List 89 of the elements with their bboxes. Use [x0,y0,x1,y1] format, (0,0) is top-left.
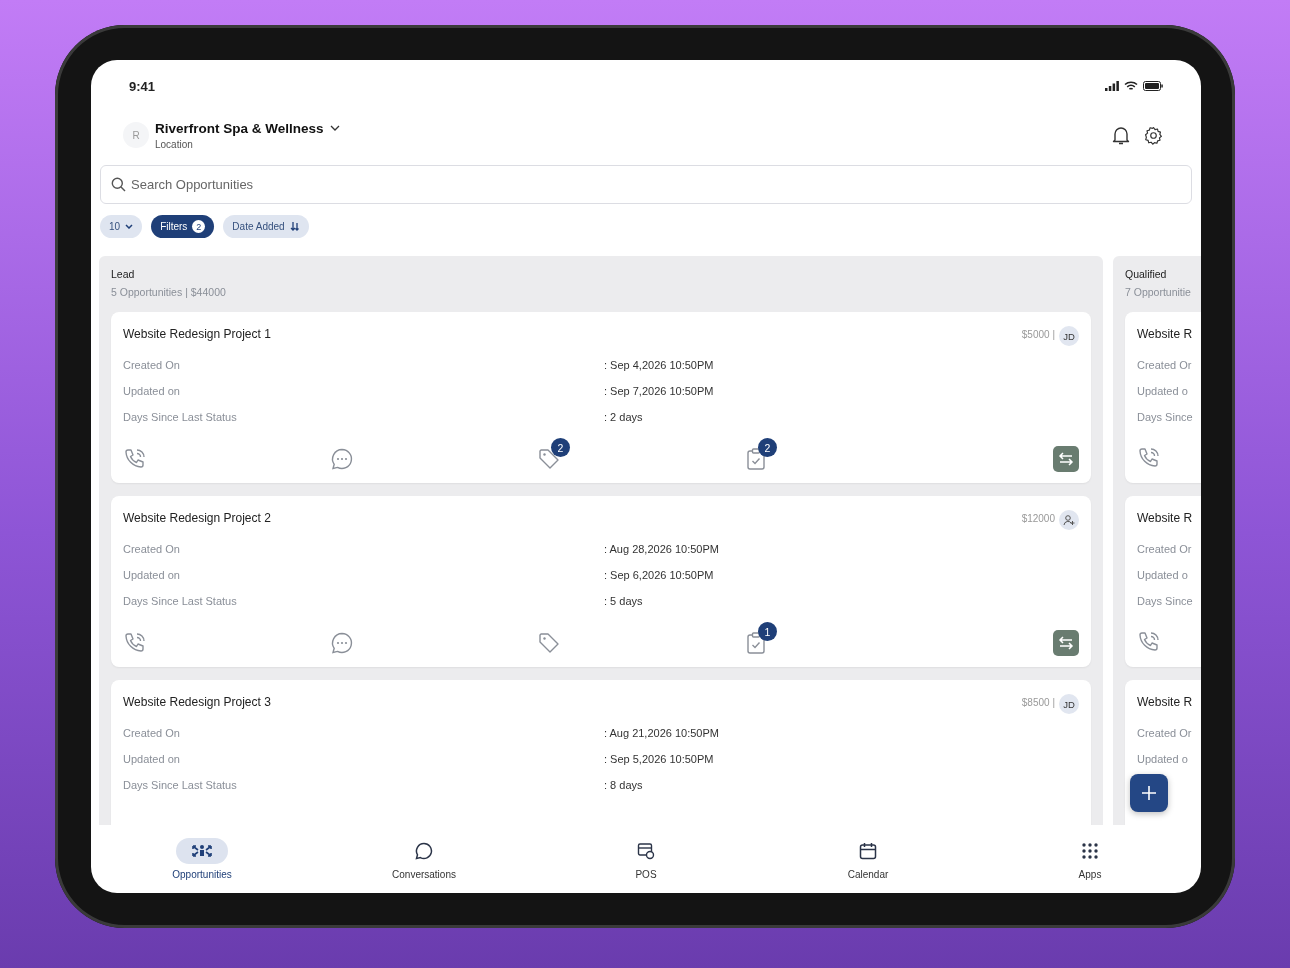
sort-descending-icon [289,222,300,231]
nav-tab[interactable]: Conversations [313,838,535,880]
card-title: Website Redesign Project 3 [123,695,271,709]
notification-bell-icon[interactable] [1112,125,1130,145]
field-value: : Sep 7,2026 10:50PM [604,384,715,398]
column-title: Lead [111,268,136,280]
phone-icon[interactable] [123,447,147,471]
field-label: Updated on [123,384,181,398]
amount-text: $12000 [1021,512,1055,524]
field-value: : Sep 4,2026 10:50PM [604,358,715,372]
assign-owner-button[interactable] [1059,510,1079,530]
field-label: Updated o [1137,568,1189,582]
opportunity-card[interactable]: Website R Created Or Updated o Days Since [1125,496,1201,667]
field-label: Days Since Last Status [123,778,238,792]
field-value: : 2 days [604,410,644,424]
signal-icon [1105,81,1119,91]
field-label: Updated o [1137,752,1189,766]
card-title: Website R [1137,511,1193,525]
settings-icon[interactable] [1144,125,1163,145]
amount-text: $8500 | [1021,696,1055,708]
add-button[interactable] [1130,774,1168,812]
owner-avatar[interactable]: JD [1059,694,1079,714]
field-label: Created On [123,726,181,740]
battery-icon [1143,81,1163,91]
card-title: Website R [1137,327,1193,341]
field-label: Updated o [1137,384,1189,398]
search-field[interactable]: Search Opportunities [100,165,1192,204]
location-selector[interactable]: Riverfront Spa & Wellness Location [155,120,340,150]
calendar-icon [859,842,877,860]
move-stage-button[interactable] [1053,630,1079,656]
card-title: Website Redesign Project 1 [123,327,271,341]
field-label: Days Since [1137,594,1194,608]
add-person-icon [1063,514,1075,526]
chat-bubble-icon[interactable] [330,631,354,655]
swap-arrows-icon [1058,636,1074,650]
nav-tab[interactable]: POS [535,838,757,880]
phone-icon[interactable] [1137,630,1161,654]
sort-button[interactable]: Date Added [223,215,309,238]
field-label: Days Since Last Status [123,410,238,424]
field-value: : Aug 28,2026 10:50PM [604,542,720,556]
phone-icon[interactable] [123,631,147,655]
owner-avatar[interactable]: JD [1059,326,1079,346]
nav-tab[interactable]: Calendar [757,838,979,880]
card-title: Website R [1137,695,1193,709]
card-title: Website Redesign Project 2 [123,511,271,525]
nav-tab[interactable]: Opportunities [91,838,313,880]
field-label: Updated on [123,568,181,582]
chat-bubble-icon [415,842,433,860]
field-value: : Sep 5,2026 10:50PM [604,752,715,766]
field-value: : Sep 6,2026 10:50PM [604,568,715,582]
column-summary: 5 Opportunities | $44000 [111,286,227,298]
filters-button[interactable]: Filters 2 [151,215,215,238]
opportunity-card[interactable]: Website R Created Or Updated o Days Since [1125,312,1201,483]
count-badge: 2 [551,438,570,457]
field-value: : 8 days [604,778,644,792]
field-value: : Aug 21,2026 10:50PM [604,726,720,740]
column-summary: 7 Opportunitie [1125,286,1192,298]
field-label: Days Since [1137,410,1194,424]
field-label: Created On [123,542,181,556]
field-label: Updated on [123,752,181,766]
field-label: Created On [123,358,181,372]
field-label: Created Or [1137,726,1193,740]
field-label: Created Or [1137,358,1193,372]
people-arrows-icon [192,843,212,859]
plus-icon [1142,786,1156,800]
opportunity-card[interactable]: Website Redesign Project 1 $5000 | JD Created On : Sep 4,2026 10:50PM Updated on : Sep 7,2026 10:50PM Days Since Last Status : 2 days 2 2 [111,312,1091,483]
register-icon [637,842,655,860]
swap-arrows-icon [1058,452,1074,466]
status-time: 9:41 [129,78,156,94]
grid-icon [1082,843,1098,859]
count-badge: 2 [758,438,777,457]
count-badge: 1 [758,622,777,641]
chevron-down-icon [329,125,340,131]
chat-bubble-icon[interactable] [330,447,354,471]
field-value: : 5 days [604,594,644,608]
nav-tab[interactable]: Apps [979,838,1201,880]
field-label: Created Or [1137,542,1193,556]
field-label: Days Since Last Status [123,594,238,608]
amount-text: $5000 | [1021,328,1055,340]
wifi-icon [1124,81,1138,91]
phone-icon[interactable] [1137,446,1161,470]
avatar-circle: R [123,122,149,148]
page-size-dropdown[interactable]: 10 [100,215,143,238]
opportunity-card[interactable]: Website Redesign Project 3 $8500 | JD Created On : Aug 21,2026 10:50PM Updated on : Sep 5,2026 10:50PM Days Since Last Status : 8 days [111,680,1091,825]
chevron-down-icon [125,224,134,229]
move-stage-button[interactable] [1053,446,1079,472]
opportunity-card[interactable]: Website Redesign Project 2 $12000 Created On : Aug 28,2026 10:50PM Updated on : Sep 6,2026 10:50PM Days Since Last Status : 5 days 1 [111,496,1091,667]
filter-count-badge: 2 [192,220,206,233]
column-title: Qualified [1125,268,1168,280]
